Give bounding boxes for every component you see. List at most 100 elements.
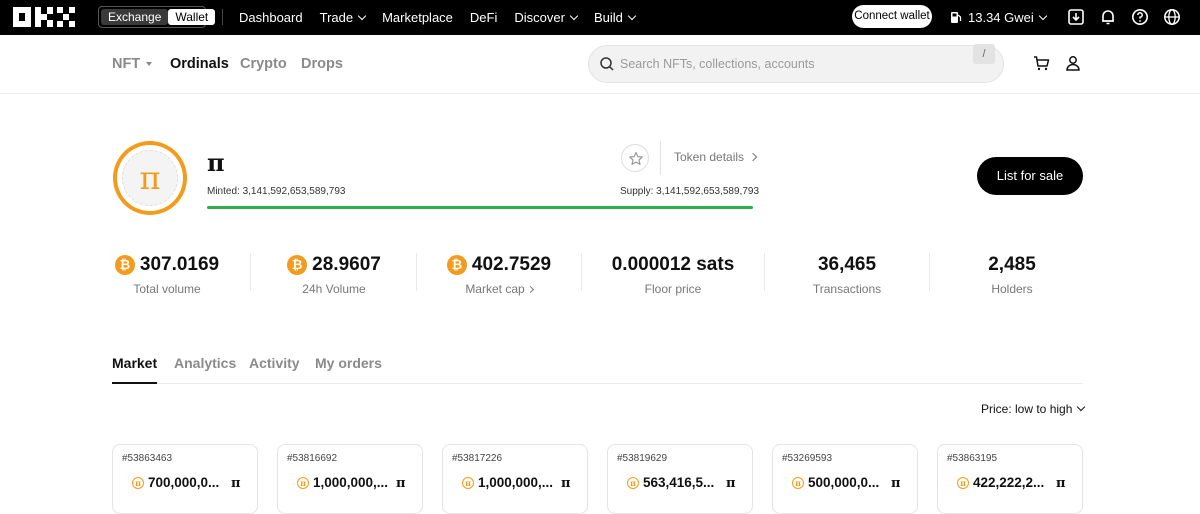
token-ticker: π — [231, 476, 241, 491]
inscription-number: #53816692 — [287, 453, 338, 464]
list-for-sale-button[interactable]: List for sale — [977, 157, 1083, 195]
pi-token-icon: π — [627, 476, 639, 489]
token-ticker: π — [561, 476, 571, 491]
token-ticker: π — [891, 476, 901, 491]
listing-card[interactable]: #53269593 π 500,000,0... π — [772, 444, 918, 514]
caret-down-icon — [146, 62, 153, 67]
connect-wallet-button[interactable]: Connect wallet — [852, 5, 932, 28]
listing-card[interactable]: #53863463 π 700,000,0... π — [112, 444, 258, 514]
user-icon[interactable] — [1065, 55, 1081, 71]
chevron-down-icon — [627, 11, 637, 20]
divider — [250, 253, 251, 291]
stat-value: 28.9607 — [312, 254, 381, 275]
search-shortcut-key: / — [973, 44, 995, 64]
stat-label: Market cap — [465, 282, 525, 296]
listing-card[interactable]: #53819629 π 563,416,5... π — [607, 444, 753, 514]
token-ticker: π — [726, 476, 736, 491]
token-amount: 1,000,000,... — [313, 475, 389, 490]
tab-nft[interactable]: NFT — [112, 56, 153, 72]
wallet-toggle[interactable]: Wallet — [168, 9, 216, 25]
tab-market[interactable]: Market — [112, 355, 158, 384]
chevron-down-icon — [357, 11, 367, 20]
nav-label: Trade — [319, 10, 354, 25]
stat-value: 36,465 — [817, 254, 877, 275]
stat-holders: 2,485 Holders — [942, 254, 1082, 296]
avatar-ring: π — [117, 145, 183, 211]
search-input[interactable] — [620, 55, 960, 73]
listing-card[interactable]: #53863195 π 422,222,2... π — [937, 444, 1083, 514]
token-amount: 500,000,0... — [808, 475, 880, 490]
divider — [660, 141, 661, 175]
nav-discover[interactable]: Discover — [514, 10, 579, 25]
gas-price: 13.34 Gwei — [968, 10, 1034, 25]
star-icon — [629, 151, 643, 165]
stat-24h-volume: ₿ 28.9607 24h Volume — [264, 254, 404, 296]
collection-avatar: π — [113, 141, 187, 215]
search-bar — [588, 45, 1004, 83]
tab-my-orders[interactable]: My orders — [315, 355, 382, 371]
pi-logo: π — [122, 150, 178, 206]
nav-dashboard[interactable]: Dashboard — [239, 10, 303, 25]
globe-icon[interactable] — [1163, 8, 1181, 26]
bell-icon[interactable] — [1099, 8, 1117, 26]
chevron-down-icon — [569, 11, 579, 20]
pi-token-icon: π — [957, 476, 969, 489]
nav-trade[interactable]: Trade — [319, 10, 367, 25]
sort-dropdown[interactable]: Price: low to high — [981, 402, 1086, 416]
download-icon[interactable] — [1067, 8, 1085, 26]
token-amount: 422,222,2... — [973, 475, 1045, 490]
divider — [929, 253, 930, 291]
listing-card[interactable]: #53816692 π 1,000,000,... π — [277, 444, 423, 514]
help-icon[interactable] — [1131, 8, 1149, 26]
nav-defi[interactable]: DeFi — [470, 10, 497, 25]
market-tabs: Market Analytics Activity My orders — [112, 353, 1083, 384]
chevron-right-icon — [749, 152, 758, 162]
tab-activity[interactable]: Activity — [249, 355, 300, 371]
cart-icon[interactable] — [1033, 55, 1050, 72]
token-amount: 563,416,5... — [643, 475, 715, 490]
divider — [764, 253, 765, 291]
stat-value: 2,485 — [988, 254, 1036, 275]
minted-count: Minted: 3,141,592,653,589,793 — [207, 186, 346, 197]
tab-crypto[interactable]: Crypto — [240, 56, 287, 72]
token-details-link[interactable]: Token details — [674, 150, 758, 164]
token-amount: 700,000,0... — [148, 475, 220, 490]
tab-drops[interactable]: Drops — [301, 56, 343, 72]
chevron-right-icon — [526, 285, 534, 294]
stat-market-cap[interactable]: ₿ 402.7529 Market cap — [429, 254, 569, 296]
divider — [222, 9, 223, 25]
inscription-number: #53819629 — [617, 453, 668, 464]
top-bar: Exchange Wallet Dashboard Trade Marketpl… — [0, 0, 1200, 35]
tab-ordinals[interactable]: Ordinals — [170, 56, 229, 72]
inscription-number: #53863463 — [122, 453, 173, 464]
stat-floor-price: 0.000012 sats Floor price — [603, 254, 743, 296]
exchange-toggle[interactable]: Exchange — [101, 9, 169, 25]
nav-label: Build — [593, 10, 623, 25]
inscription-number: #53269593 — [782, 453, 833, 464]
chevron-down-icon — [1038, 11, 1048, 20]
token-ticker: π — [396, 476, 406, 491]
stat-value: 0.000012 sats — [611, 254, 735, 275]
pi-token-icon: π — [462, 476, 474, 489]
divider — [581, 253, 582, 291]
pi-token-icon: π — [132, 476, 144, 489]
token-amount: 1,000,000,... — [478, 475, 554, 490]
favorite-button[interactable] — [621, 144, 649, 172]
bitcoin-icon: ₿ — [287, 255, 308, 275]
search-icon — [600, 57, 614, 71]
okx-logo[interactable] — [13, 7, 77, 27]
inscription-number: #53817226 — [452, 453, 503, 464]
tab-label: NFT — [112, 56, 141, 72]
stat-value: 307.0169 — [139, 254, 220, 275]
stat-label: Holders — [991, 282, 1033, 296]
tab-analytics[interactable]: Analytics — [174, 355, 236, 371]
gas-pump-icon — [951, 12, 962, 23]
gas-price-selector[interactable]: 13.34 Gwei — [950, 0, 1048, 35]
stat-label: Floor price — [644, 282, 702, 296]
nav-build[interactable]: Build — [593, 10, 637, 25]
nav-marketplace[interactable]: Marketplace — [382, 10, 453, 25]
exchange-wallet-toggle: Exchange Wallet — [98, 6, 216, 28]
listing-card[interactable]: #53817226 π 1,000,000,... π — [442, 444, 588, 514]
stat-label: 24h Volume — [302, 282, 366, 296]
chevron-down-icon — [1077, 402, 1086, 412]
